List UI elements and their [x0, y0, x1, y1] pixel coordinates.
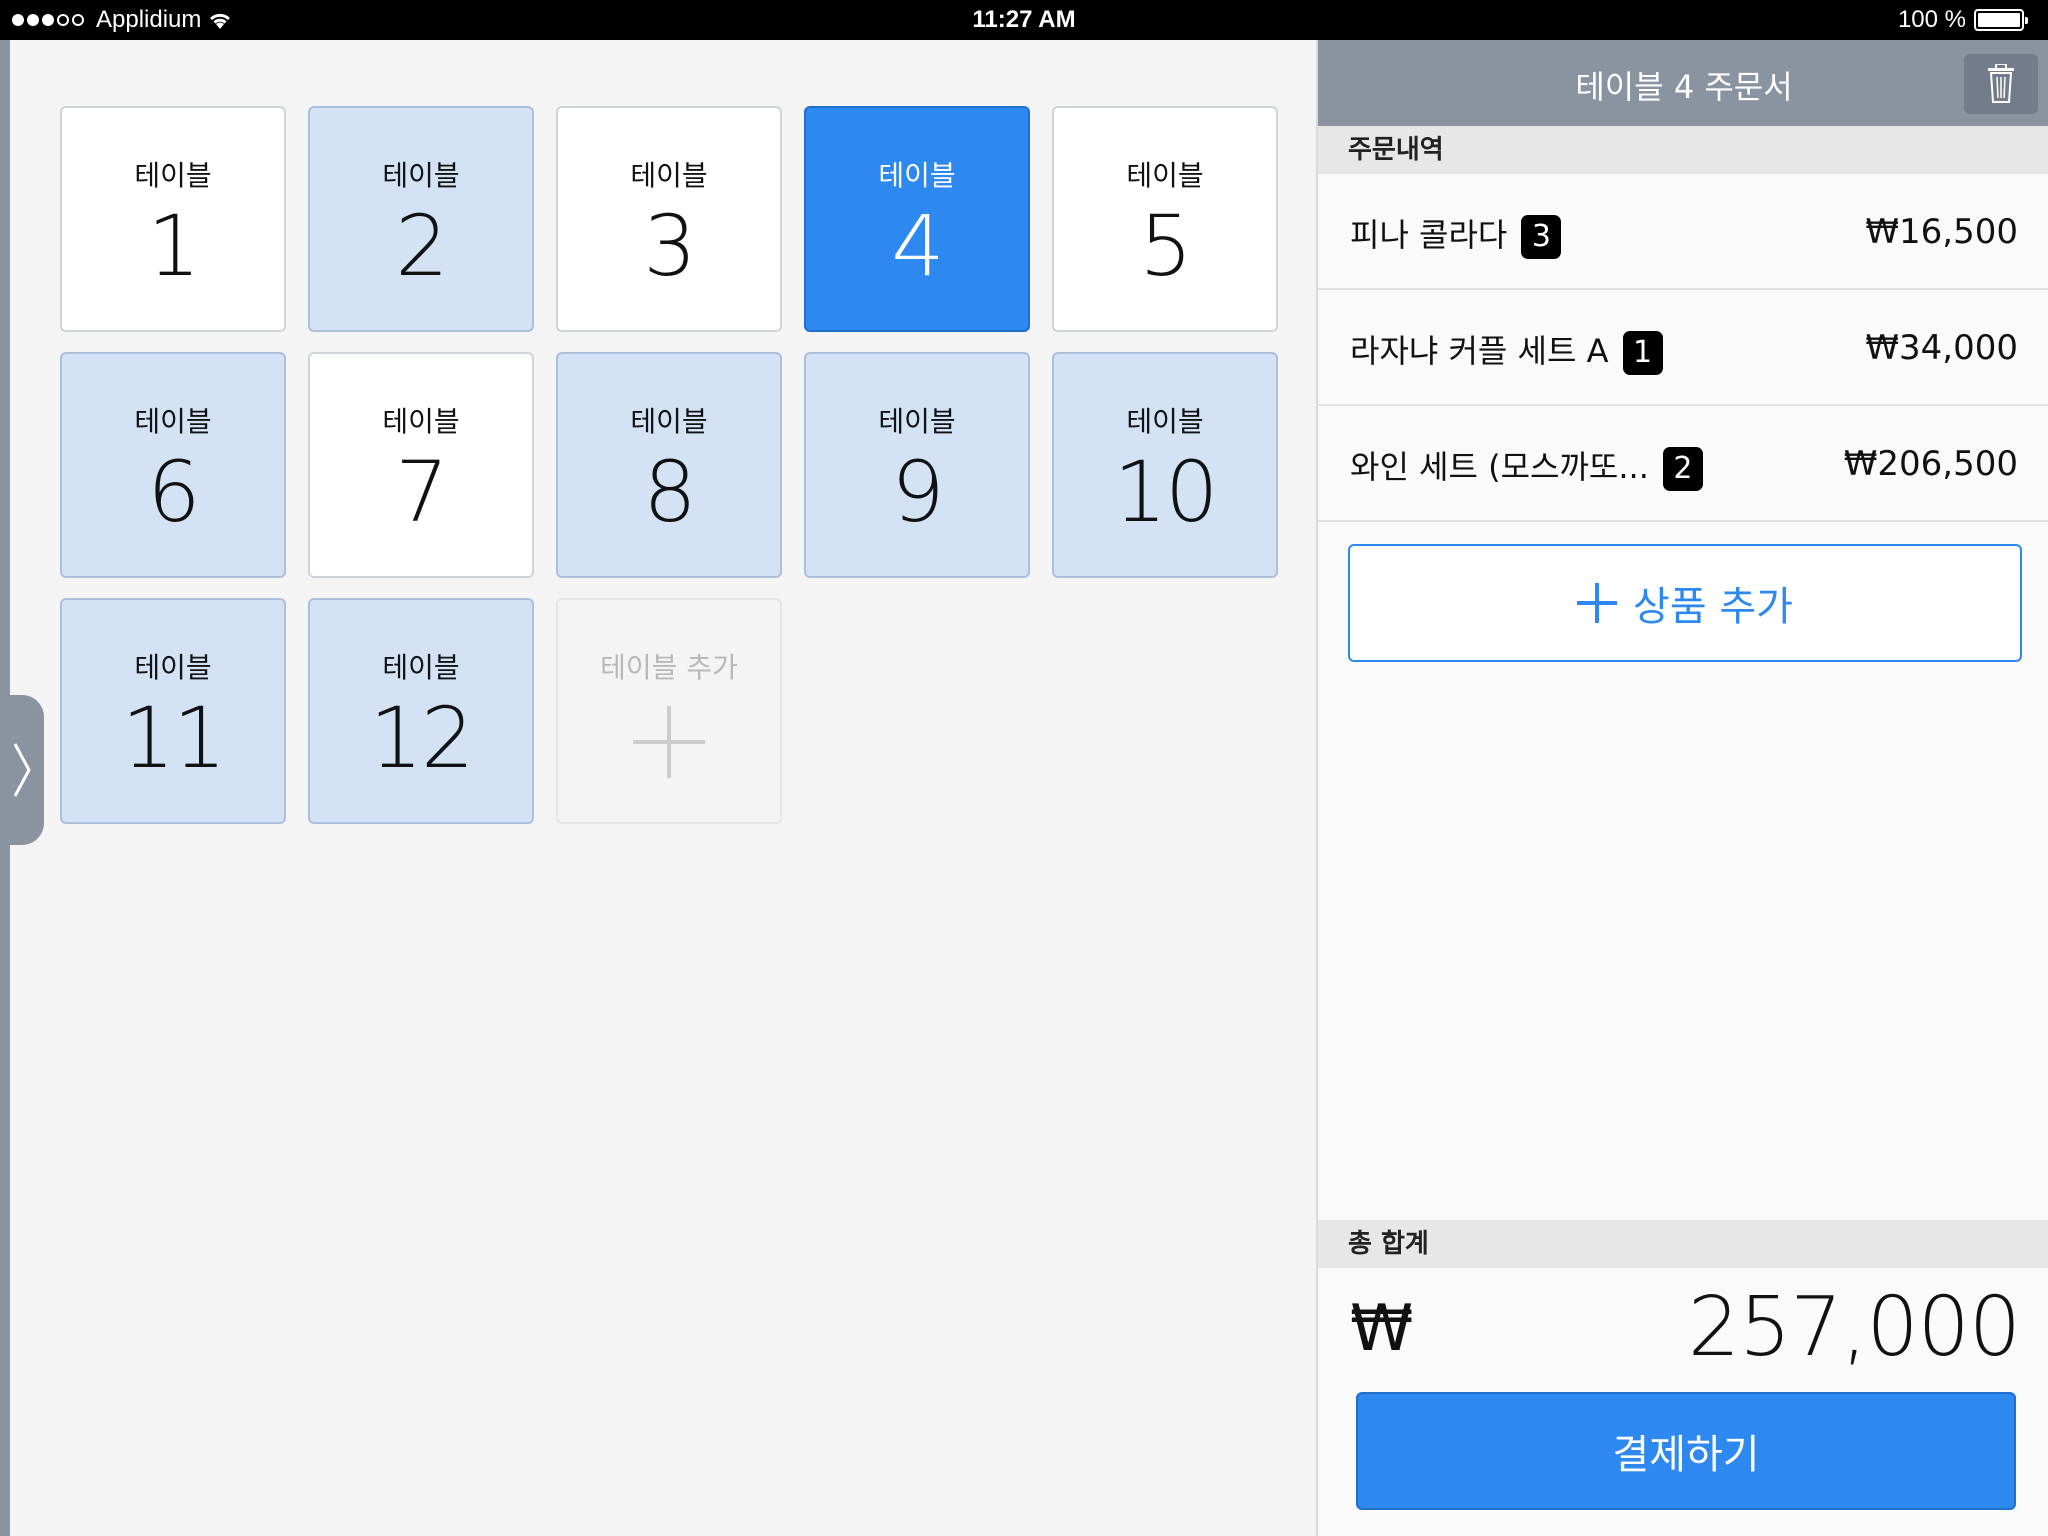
total-row: ₩ 257,000: [1318, 1266, 2048, 1396]
table-tile-6[interactable]: 테이블 6: [60, 352, 286, 578]
add-table-label: 테이블 추가: [600, 651, 738, 684]
table-label: 테이블: [382, 405, 460, 438]
currency-symbol: ₩: [1350, 1292, 1414, 1366]
panel-header: 테이블 4 주문서: [1318, 40, 2048, 126]
table-tile-9[interactable]: 테이블 9: [804, 352, 1030, 578]
table-label: 테이블: [1126, 405, 1204, 438]
table-number: 7: [395, 443, 448, 541]
order-item-name: 라자냐 커플 세트 A: [1350, 332, 1609, 370]
table-number: 3: [643, 197, 696, 295]
battery-icon: [1974, 9, 2028, 31]
table-tile-3[interactable]: 테이블 3: [556, 106, 782, 332]
table-tile-4[interactable]: 테이블 4: [804, 106, 1030, 332]
order-row[interactable]: 피나 콜라다 3 ₩16,500: [1318, 174, 2048, 290]
table-grid: 테이블 1 테이블 2 테이블 3 테이블 4 테이블 5 테이블 6 테이블 …: [10, 40, 1316, 1536]
add-product-label: 상품 추가: [1633, 584, 1793, 630]
table-tile-5[interactable]: 테이블 5: [1052, 106, 1278, 332]
table-label: 테이블: [134, 405, 212, 438]
order-row[interactable]: 와인 세트 (모스까또... 2 ₩206,500: [1318, 406, 2048, 522]
table-tile-2[interactable]: 테이블 2: [308, 106, 534, 332]
table-label: 테이블: [878, 405, 956, 438]
plus-icon: [633, 706, 705, 778]
order-item-name-wrap: 피나 콜라다 3: [1350, 210, 1562, 259]
quantity-badge: 3: [1521, 215, 1562, 259]
table-number: 5: [1139, 197, 1192, 295]
table-tile-10[interactable]: 테이블 10: [1052, 352, 1278, 578]
table-number: 11: [121, 689, 227, 787]
table-label: 테이블: [134, 159, 212, 192]
table-number: 8: [643, 443, 696, 541]
panel-title: 테이블 4 주문서: [1575, 68, 1793, 106]
status-right: 100 %: [1897, 6, 2028, 34]
table-label: 테이블: [382, 159, 460, 192]
order-row[interactable]: 라자냐 커플 세트 A 1 ₩34,000: [1318, 290, 2048, 406]
table-tile-8[interactable]: 테이블 8: [556, 352, 782, 578]
order-item-price: ₩16,500: [1865, 212, 2018, 252]
table-tile-7[interactable]: 테이블 7: [308, 352, 534, 578]
status-bar: Applidium 11:27 AM 100 %: [0, 0, 2048, 40]
battery-percent: 100 %: [1897, 6, 1966, 33]
table-number: 10: [1113, 443, 1219, 541]
table-tile-12[interactable]: 테이블 12: [308, 598, 534, 824]
trash-icon: [1988, 64, 2014, 103]
order-item-name-wrap: 와인 세트 (모스까또... 2: [1350, 442, 1703, 491]
table-number: 1: [147, 197, 200, 295]
quantity-badge: 1: [1622, 331, 1663, 375]
order-item-name: 와인 세트 (모스까또...: [1350, 448, 1649, 486]
table-label: 테이블: [630, 159, 708, 192]
orders-section-header: 주문내역: [1318, 126, 2048, 174]
order-item-price: ₩206,500: [1843, 444, 2018, 484]
chevron-right-icon: [13, 743, 31, 797]
order-item-name: 피나 콜라다: [1350, 216, 1508, 254]
pay-button-label: 결제하기: [1612, 1432, 1760, 1478]
order-item-name-wrap: 라자냐 커플 세트 A 1: [1350, 326, 1663, 375]
table-tile-1[interactable]: 테이블 1: [60, 106, 286, 332]
delete-order-button[interactable]: [1964, 54, 2038, 114]
pay-button[interactable]: 결제하기: [1356, 1392, 2016, 1510]
drawer-toggle-button[interactable]: [0, 695, 44, 845]
total-amount: 257,000: [1687, 1280, 2021, 1375]
table-number: 4: [891, 197, 944, 295]
table-label: 테이블: [1126, 159, 1204, 192]
table-number: 6: [147, 443, 200, 541]
status-time: 11:27 AM: [972, 6, 1076, 33]
table-label: 테이블: [134, 651, 212, 684]
add-table-button[interactable]: 테이블 추가: [556, 598, 782, 824]
order-item-price: ₩34,000: [1865, 328, 2018, 368]
add-product-button[interactable]: 상품 추가: [1348, 544, 2022, 662]
order-panel: 테이블 4 주문서 주문내역 피나 콜라다 3 ₩16,500 라자냐 커플 세트…: [1316, 40, 2048, 1536]
quantity-badge: 2: [1662, 447, 1703, 491]
table-label: 테이블: [382, 651, 460, 684]
total-section-header: 총 합계: [1318, 1220, 2048, 1268]
plus-icon: [1577, 583, 1618, 623]
table-label: 테이블: [878, 159, 956, 192]
table-number: 9: [891, 443, 944, 541]
table-number: 12: [369, 689, 475, 787]
table-number: 2: [395, 197, 448, 295]
table-label: 테이블: [630, 405, 708, 438]
table-tile-11[interactable]: 테이블 11: [60, 598, 286, 824]
